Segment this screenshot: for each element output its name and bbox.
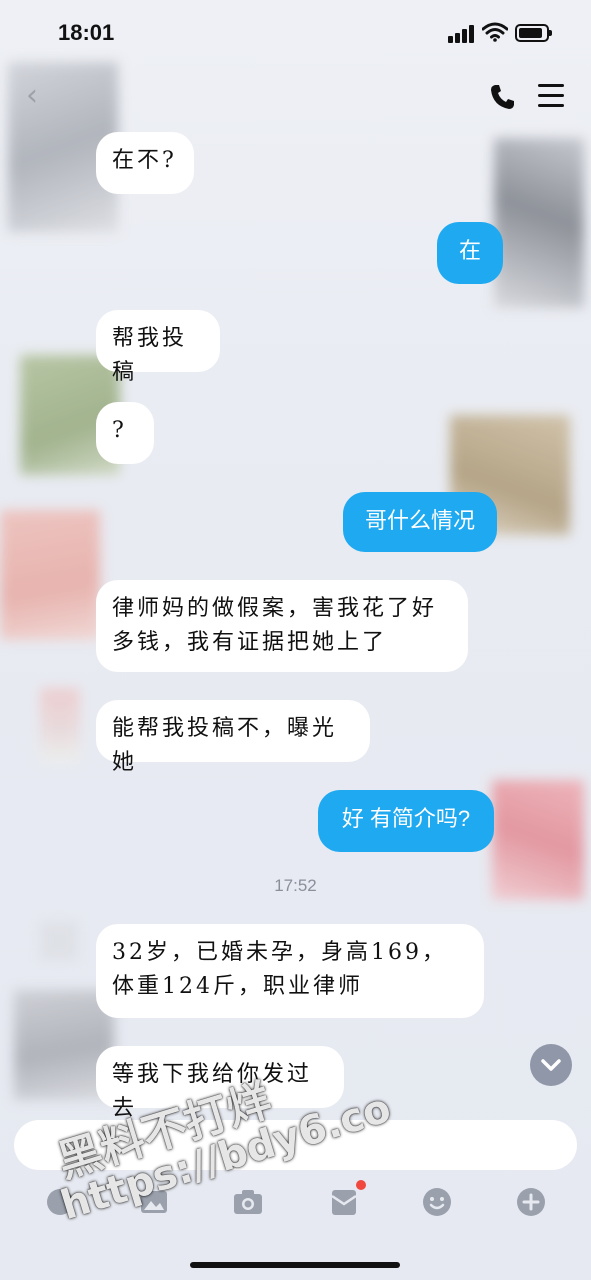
red-packet-icon[interactable] — [328, 1186, 360, 1218]
signal-icon — [448, 25, 476, 43]
message-outgoing[interactable]: 好 有简介吗? — [318, 790, 494, 852]
message-incoming[interactable]: 在不? — [96, 132, 194, 194]
message-outgoing[interactable]: 在 — [437, 222, 503, 284]
message-outgoing[interactable]: 哥什么情况 — [343, 492, 497, 552]
status-time: 18:01 — [58, 20, 115, 45]
home-indicator[interactable] — [190, 1262, 400, 1268]
scroll-down-button[interactable] — [530, 1044, 572, 1086]
menu-icon[interactable] — [538, 84, 564, 108]
message-incoming[interactable]: 律师妈的做假案，害我花了好多钱，我有证据把她上了 — [96, 580, 468, 672]
avatar — [0, 510, 100, 640]
notification-badge — [356, 1180, 366, 1190]
plus-icon[interactable] — [515, 1186, 547, 1218]
chat-timestamp: 17:52 — [274, 876, 317, 895]
avatar — [494, 138, 584, 308]
wifi-icon — [482, 22, 508, 42]
message-incoming[interactable]: 32岁，已婚未孕，身高169，体重124斤，职业律师 — [96, 924, 484, 1018]
phone-icon[interactable] — [488, 82, 518, 112]
battery-icon — [515, 24, 552, 42]
camera-icon[interactable] — [232, 1186, 264, 1218]
status-bar: 18:01 — [0, 0, 591, 64]
emoji-icon[interactable] — [421, 1186, 453, 1218]
message-incoming[interactable]: 帮我投稿 — [96, 310, 220, 385]
message-incoming[interactable]: 能帮我投稿不，曝光她 — [96, 700, 370, 775]
avatar — [40, 688, 80, 762]
message-incoming[interactable]: ? — [96, 402, 154, 464]
avatar — [40, 922, 78, 960]
